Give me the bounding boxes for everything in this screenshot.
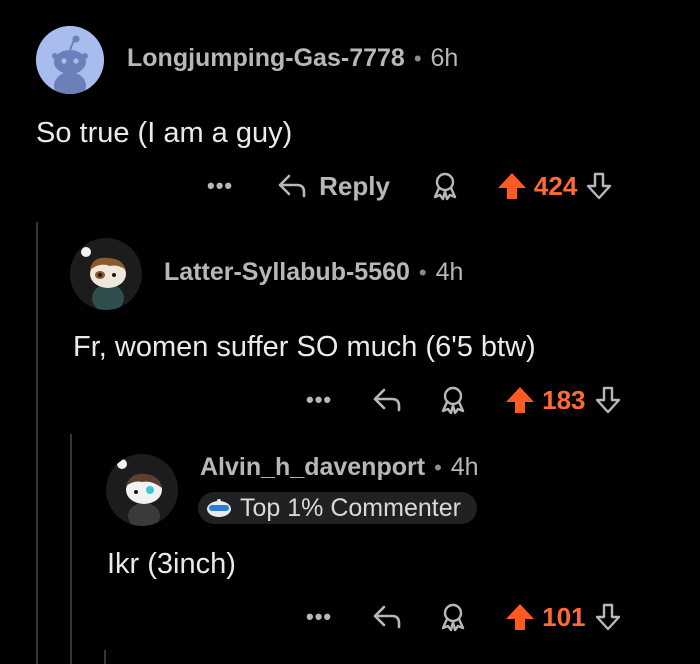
username[interactable]: Longjumping-Gas-7778 [127, 44, 405, 73]
award-icon[interactable] [438, 602, 468, 632]
comment-actions: ••• 183 [306, 380, 622, 420]
comment-text: Fr, women suffer SO much (6'5 btw) [73, 331, 536, 363]
commenter-badge-icon [207, 499, 231, 517]
comment-actions: ••• Reply 424 [207, 166, 613, 206]
timestamp: 4h [435, 258, 464, 286]
avatar[interactable] [36, 26, 104, 94]
more-options-icon[interactable]: ••• [306, 387, 332, 413]
comment-header: Longjumping-Gas-7778 • 6h [127, 44, 458, 73]
separator-dot: • [418, 259, 427, 285]
badge-label: Top 1% Commenter [240, 493, 461, 522]
comment-text: Ikr (3inch) [107, 548, 236, 580]
comment-text: So true (I am a guy) [36, 117, 293, 149]
reply-arrow-icon [373, 605, 401, 629]
username[interactable]: Alvin_h_davenport [200, 453, 425, 482]
reply-button[interactable] [372, 604, 414, 630]
thread-line-level-2[interactable] [70, 434, 72, 664]
downvote-arrow-icon[interactable] [594, 602, 622, 632]
vote-score: 183 [542, 384, 586, 415]
reply-label: Reply [319, 170, 390, 201]
avatar[interactable] [70, 238, 142, 310]
more-options-icon[interactable]: ••• [207, 173, 233, 199]
downvote-arrow-icon[interactable] [585, 171, 613, 201]
vote-score: 101 [542, 601, 586, 632]
snoo-avatar-icon [70, 238, 142, 310]
comment-actions: ••• 101 [306, 597, 622, 637]
upvote-arrow-icon[interactable] [504, 385, 536, 415]
upvote-arrow-icon[interactable] [504, 602, 536, 632]
reply-button[interactable] [372, 387, 414, 413]
separator-dot: • [413, 45, 422, 71]
comment-header: Alvin_h_davenport • 4h [200, 453, 479, 482]
vote-score: 424 [533, 170, 578, 201]
reply-button[interactable]: Reply [277, 171, 390, 202]
timestamp: 4h [450, 453, 479, 481]
reply-arrow-icon [278, 174, 306, 198]
downvote-arrow-icon[interactable] [594, 385, 622, 415]
award-icon[interactable] [438, 385, 468, 415]
separator-dot: • [434, 454, 442, 480]
thread-line-level-1[interactable] [36, 222, 38, 664]
upvote-arrow-icon[interactable] [496, 171, 528, 201]
reply-arrow-icon [373, 388, 401, 412]
top-commenter-badge[interactable]: Top 1% Commenter [198, 492, 477, 524]
thread-line-level-3[interactable] [104, 650, 106, 664]
more-options-icon[interactable]: ••• [306, 604, 332, 630]
timestamp: 6h [430, 44, 459, 72]
comment-header: Latter-Syllabub-5560 • 4h [164, 258, 463, 287]
award-icon[interactable] [430, 171, 460, 201]
snoo-avatar-icon [106, 454, 178, 526]
username[interactable]: Latter-Syllabub-5560 [164, 258, 410, 287]
avatar[interactable] [106, 454, 178, 526]
snoo-avatar-icon [36, 26, 104, 94]
